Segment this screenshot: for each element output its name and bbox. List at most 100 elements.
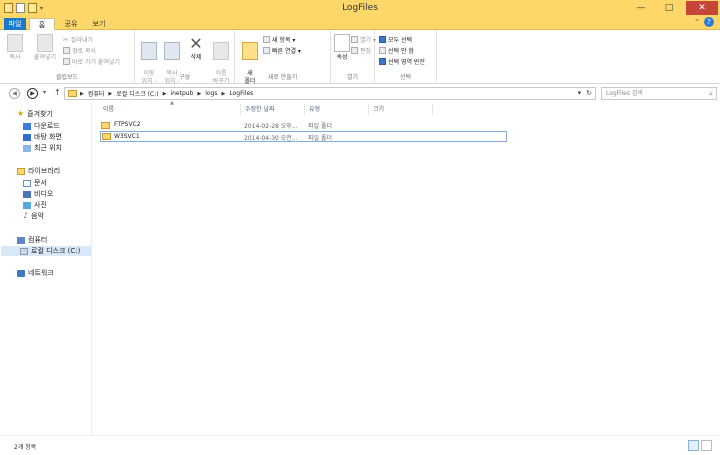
maximize-button[interactable]: □ — [658, 1, 680, 15]
videos-icon — [23, 190, 31, 198]
new-group: 새 폴더 새 항목 ▾ 빠른 연결 ▾ 새로 만들기 — [235, 30, 331, 85]
edit-button[interactable]: 편집 — [351, 46, 371, 55]
select-all-icon — [379, 36, 386, 43]
breadcrumb-logs[interactable]: logs — [205, 90, 217, 97]
table-row[interactable]: W3SVC1 2014-04-30 오전... 파일 폴더 — [100, 131, 507, 142]
chevron-right-icon[interactable]: ▶ — [80, 91, 84, 97]
navigation-pane: ★ 즐겨찾기 다운로드 바탕 화면 최근 위치 라이브러리 문서 비디오 사진 ♪… — [0, 102, 92, 435]
nav-videos[interactable]: 비디오 — [23, 189, 53, 199]
minimize-button[interactable]: — — [630, 1, 652, 15]
paste-shortcut-button[interactable]: 바로 가기 붙여넣기 — [63, 57, 120, 66]
downloads-icon — [23, 122, 31, 130]
nav-downloads[interactable]: 다운로드 — [23, 121, 60, 131]
nav-network[interactable]: 네트워크 — [17, 268, 54, 278]
chevron-right-icon[interactable]: ▶ — [163, 91, 167, 97]
nav-music[interactable]: ♪ 음악 — [23, 211, 44, 221]
search-input[interactable]: LogFiles 검색 ⌕ — [601, 87, 717, 100]
nav-desktop[interactable]: 바탕 화면 — [23, 132, 62, 142]
up-button[interactable]: ↑ — [54, 88, 61, 97]
paste-button[interactable]: 붙여넣기 — [30, 34, 60, 62]
close-button[interactable]: ✕ — [686, 1, 718, 15]
organize-group-label: 구성 — [178, 74, 191, 81]
new-folder-icon — [242, 42, 258, 60]
network-icon — [17, 269, 25, 277]
title-bar: ▾ LogFiles — □ ✕ — [0, 0, 720, 17]
nav-favorites[interactable]: ★ 즐겨찾기 — [17, 109, 53, 119]
search-icon[interactable]: ⌕ — [709, 89, 713, 100]
select-group-label: 선택 — [399, 74, 412, 81]
ribbon-collapse-icon[interactable]: ⌃ — [694, 18, 700, 26]
star-icon: ★ — [17, 109, 25, 118]
copy-button[interactable]: 복사 — [6, 34, 24, 62]
tab-share[interactable]: 공유 — [60, 18, 82, 30]
nav-local-disk[interactable]: 로컬 디스크 (C:) — [1, 246, 91, 256]
dropdown-icon[interactable]: ▾ — [578, 89, 582, 97]
folder-icon — [101, 122, 110, 129]
back-button[interactable]: ◀ — [9, 88, 20, 99]
table-row[interactable]: FTPSVC2 2014-02-28 오후... 파일 폴더 — [100, 120, 507, 131]
open-icon — [351, 36, 358, 43]
tab-view[interactable]: 보기 — [88, 18, 110, 30]
nav-recent[interactable]: 최근 위치 — [23, 143, 62, 153]
large-icons-view-icon[interactable] — [701, 440, 712, 451]
delete-x-icon: ✕ — [189, 34, 203, 53]
libraries-icon — [17, 167, 25, 175]
desktop-icon — [23, 133, 31, 141]
file-list: ▲ 이름 수정한 날짜 유형 크기 FTPSVC2 2014-02-28 오후.… — [93, 100, 720, 435]
breadcrumb-local-disk[interactable]: 로컬 디스크 (C:) — [116, 89, 158, 98]
breadcrumb-computer[interactable]: 컴퓨터 — [88, 89, 105, 98]
folder-icon — [102, 133, 111, 140]
chevron-right-icon[interactable]: ▶ — [108, 91, 112, 97]
column-header-size[interactable]: 크기 — [369, 104, 433, 115]
column-header-type[interactable]: 유형 — [305, 104, 369, 115]
easy-access-button[interactable]: 빠른 연결 ▾ — [263, 46, 301, 55]
copy-icon — [7, 34, 23, 52]
breadcrumb-logfiles[interactable]: LogFiles — [229, 90, 253, 97]
clipboard-group-label: 클립보드 — [55, 74, 79, 81]
easy-access-icon — [263, 47, 270, 54]
cut-button[interactable]: ✂ 잘라내기 — [63, 35, 93, 45]
nav-documents[interactable]: 문서 — [23, 178, 47, 188]
window-title: LogFiles — [342, 3, 378, 13]
folder-icon — [68, 90, 77, 97]
new-item-icon — [263, 36, 270, 43]
new-group-label: 새로 만들기 — [267, 74, 298, 81]
copy-path-icon — [63, 47, 70, 54]
item-count: 2개 항목 — [14, 444, 37, 451]
copy-to-icon — [164, 42, 180, 60]
column-header-name[interactable]: 이름 — [99, 104, 241, 115]
delete-button[interactable]: ✕ 삭제 — [187, 34, 205, 62]
help-icon[interactable]: ? — [704, 17, 714, 27]
properties-button[interactable]: 속성 — [334, 34, 350, 62]
paste-icon — [37, 34, 53, 52]
nav-computer[interactable]: 컴퓨터 — [17, 235, 47, 245]
details-view-icon[interactable] — [688, 440, 699, 451]
new-item-button[interactable]: 새 항목 ▾ — [263, 35, 295, 44]
column-header-date[interactable]: 수정한 날짜 — [241, 104, 305, 115]
documents-icon — [23, 179, 31, 187]
nav-libraries[interactable]: 라이브러리 — [17, 166, 60, 176]
address-field[interactable]: ▶ 컴퓨터 ▶ 로컬 디스크 (C:) ▶ inetpub ▶ logs ▶ L… — [64, 87, 596, 100]
copy-path-button[interactable]: 경로 복사 — [63, 46, 96, 55]
chevron-right-icon[interactable]: ▶ — [222, 91, 226, 97]
invert-selection-button[interactable]: 선택 영역 반전 — [379, 57, 425, 66]
music-icon: ♪ — [23, 211, 29, 220]
refresh-icon[interactable]: ↻ — [586, 89, 592, 97]
scissors-icon: ✂ — [63, 35, 69, 44]
open-group: 속성 열기 ▾ 편집 열기 — [331, 30, 376, 84]
chevron-right-icon[interactable]: ▶ — [197, 91, 201, 97]
forward-button[interactable]: ▶ — [27, 88, 38, 99]
organize-group: 이동 위치 - 복사 위치 - ✕ 삭제 이름 바꾸기 구성 — [135, 30, 235, 85]
open-group-label: 열기 — [346, 74, 359, 81]
select-all-button[interactable]: 모두 선택 — [379, 35, 412, 44]
open-button[interactable]: 열기 ▾ — [351, 35, 376, 44]
tab-file[interactable]: 파일 — [4, 18, 26, 30]
select-group: 모두 선택 선택 안 함 선택 영역 반전 선택 — [375, 30, 437, 84]
select-none-button[interactable]: 선택 안 함 — [379, 46, 414, 55]
recent-places-icon — [23, 144, 31, 152]
tab-home[interactable]: 홈 — [29, 18, 55, 30]
paste-shortcut-icon — [63, 58, 70, 65]
recent-locations-chevron-icon[interactable]: ▾ — [43, 89, 46, 96]
nav-pictures[interactable]: 사진 — [23, 200, 47, 210]
breadcrumb-inetpub[interactable]: inetpub — [170, 90, 193, 97]
